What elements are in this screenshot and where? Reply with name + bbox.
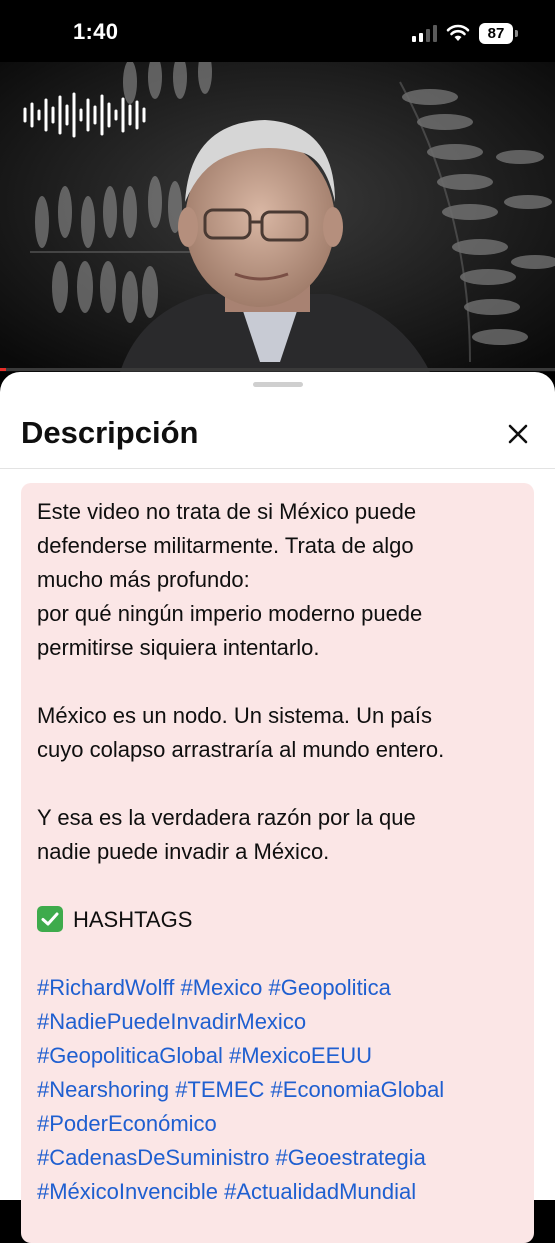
video-progress-bar[interactable] <box>0 368 555 371</box>
hashtag-line[interactable]: #GeopoliticaGlobal #MexicoEEUU <box>37 1039 522 1073</box>
status-bar: 1:40 87 <box>0 0 555 62</box>
text-line: cuyo colapso arrastraría al mundo entero… <box>37 737 445 762</box>
description-paragraph: Y esa es la verdadera razón por la que n… <box>37 801 522 869</box>
description-paragraph: México es un nodo. Un sistema. Un país c… <box>37 699 522 767</box>
hashtag-line[interactable]: #CadenasDeSuministro #Geoestrategia <box>37 1141 522 1175</box>
audio-waveform-icon <box>23 92 146 138</box>
text-line: nadie puede invadir a México. <box>37 839 330 864</box>
sheet-drag-handle[interactable] <box>253 382 303 387</box>
text-line: por qué ningún imperio moderno puede <box>37 601 423 626</box>
description-body: Este video no trata de si México puede d… <box>21 483 534 1243</box>
hashtag-line[interactable]: #NadiePuedeInvadirMexico <box>37 1005 522 1039</box>
check-mark-icon <box>37 906 63 932</box>
description-sheet: Descripción Este video no trata de si Mé… <box>0 372 555 1243</box>
sheet-title: Descripción <box>21 415 199 450</box>
text-line: México es un nodo. Un sistema. Un país <box>37 703 432 728</box>
hashtags-heading-row: HASHTAGS <box>37 903 522 937</box>
close-button[interactable] <box>500 416 536 452</box>
wifi-icon <box>446 24 470 41</box>
hashtags-heading: HASHTAGS <box>73 907 193 932</box>
hashtag-line[interactable]: #RichardWolff #Mexico #Geopolitica <box>37 971 522 1005</box>
cellular-signal-icon <box>412 24 437 42</box>
text-line: Este video no trata de si México puede <box>37 499 417 524</box>
text-line: defenderse militarmente. Trata de algo <box>37 533 414 558</box>
text-line: permitirse siquiera intentarlo. <box>37 635 320 660</box>
hashtag-list: #RichardWolff #Mexico #Geopolitica #Nadi… <box>37 971 522 1209</box>
video-progress-fill <box>0 368 6 371</box>
hashtag-line[interactable]: #MéxicoInvencible #ActualidadMundial <box>37 1175 522 1209</box>
battery-indicator: 87 <box>479 22 518 44</box>
header-divider <box>0 468 555 469</box>
text-line: Y esa es la verdadera razón por la que <box>37 805 416 830</box>
status-time: 1:40 <box>73 19 119 44</box>
description-text: Este video no trata de si México puede d… <box>37 495 522 1209</box>
text-line: mucho más profundo: <box>37 567 250 592</box>
hashtag-line[interactable]: #PoderEconómico <box>37 1107 522 1141</box>
description-paragraph: Este video no trata de si México puede d… <box>37 495 522 665</box>
status-indicators: 87 <box>412 21 518 45</box>
hashtag-line[interactable]: #Nearshoring #TEMEC #EconomiaGlobal <box>37 1073 522 1107</box>
video-player[interactable] <box>0 62 555 372</box>
close-icon <box>508 424 528 444</box>
